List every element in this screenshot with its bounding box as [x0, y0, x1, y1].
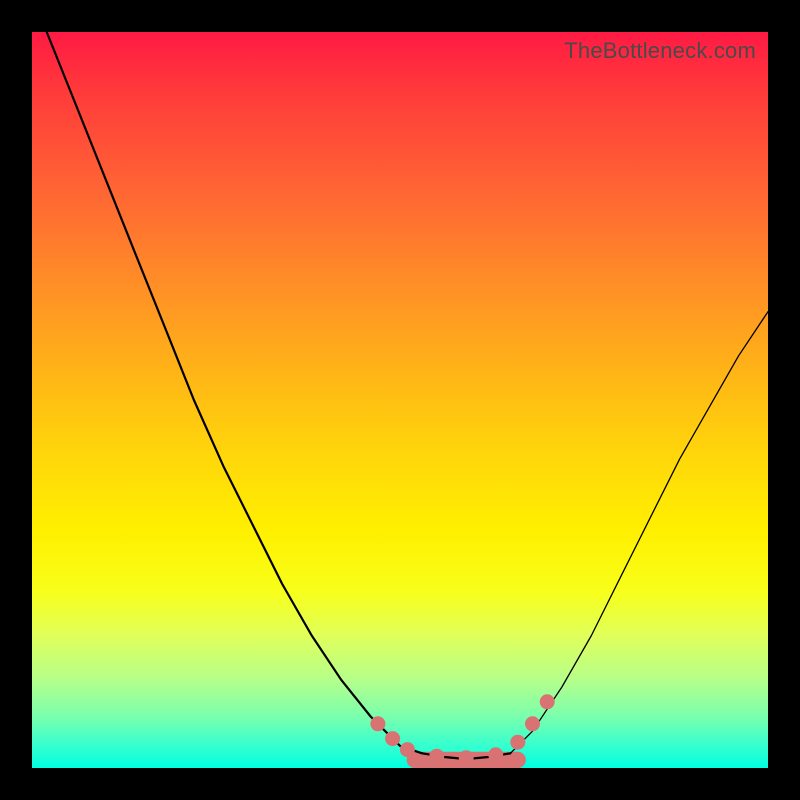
- curve-lines: [47, 32, 768, 758]
- pink-dot: [400, 742, 415, 757]
- plot-area: TheBottleneck.com: [32, 32, 768, 768]
- pink-dot: [429, 749, 444, 764]
- pink-dot: [540, 694, 555, 709]
- marker-dots: [370, 694, 554, 765]
- series-right-curve: [510, 312, 768, 754]
- chart-frame: TheBottleneck.com: [0, 0, 800, 800]
- pink-dot: [370, 716, 385, 731]
- curve-svg: [32, 32, 768, 768]
- pink-dot: [385, 731, 400, 746]
- pink-dot: [510, 735, 525, 750]
- pink-dot: [525, 716, 540, 731]
- series-left-curve: [47, 32, 422, 753]
- pink-dot: [488, 747, 503, 762]
- pink-dot: [459, 750, 474, 765]
